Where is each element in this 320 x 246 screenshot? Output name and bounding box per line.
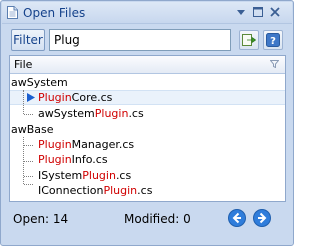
- file-name-suffix: .cs: [128, 107, 144, 120]
- goto-file-icon: [242, 34, 256, 46]
- maximize-icon[interactable]: [251, 5, 265, 19]
- help-button[interactable]: ?: [263, 30, 283, 50]
- filter-row: Filter ?: [11, 29, 283, 51]
- filter-input[interactable]: [49, 29, 231, 51]
- file-item[interactable]: ISystemPlugin.cs: [38, 169, 131, 183]
- open-files-window: Open Files Filter ? File: [0, 0, 294, 246]
- file-item[interactable]: awSystemPlugin.cs: [38, 107, 144, 121]
- file-name-prefix: IConnection: [38, 184, 104, 197]
- file-tree: awSystem PluginCore.cs awSystemPlugin.cs…: [10, 75, 285, 201]
- help-icon: ?: [266, 33, 280, 47]
- file-name-prefix: awSystem: [38, 107, 95, 120]
- file-name-match: Plugin: [94, 107, 129, 120]
- file-item[interactable]: PluginInfo.cs: [38, 153, 108, 167]
- status-bar: Open: 14 Modified: 0: [9, 206, 286, 234]
- file-name-suffix: Manager.cs: [71, 138, 135, 151]
- file-name-prefix: ISystem: [38, 169, 83, 182]
- file-name-suffix: Info.cs: [71, 153, 108, 166]
- file-name-suffix: .cs: [137, 184, 153, 197]
- column-header-file[interactable]: File: [10, 56, 285, 74]
- close-icon[interactable]: [268, 5, 282, 19]
- file-name-match: Plugin: [103, 184, 138, 197]
- file-item[interactable]: IConnectionPlugin.cs: [38, 184, 152, 198]
- tree-connector: [24, 176, 33, 177]
- group-header-awsystem[interactable]: awSystem: [11, 76, 68, 89]
- previous-arrow-icon[interactable]: [227, 208, 247, 228]
- open-count: Open: 14: [13, 212, 69, 226]
- file-name-match: Plugin: [38, 91, 72, 104]
- dropdown-arrow-icon[interactable]: [234, 5, 248, 19]
- file-name-match: Plugin: [82, 169, 116, 182]
- file-name-suffix: .cs: [115, 169, 132, 182]
- document-icon: [7, 6, 18, 19]
- svg-text:?: ?: [270, 36, 276, 47]
- tree-connector: [24, 161, 33, 162]
- tree-connector: [24, 114, 33, 115]
- file-item[interactable]: PluginManager.cs: [38, 138, 134, 152]
- file-name-suffix: Core.cs: [71, 91, 113, 104]
- file-name-match: Plugin: [38, 153, 72, 166]
- file-name-match: Plugin: [38, 138, 72, 151]
- goto-file-button[interactable]: [239, 30, 259, 50]
- window-title: Open Files: [23, 6, 86, 20]
- tree-connector: [24, 184, 33, 185]
- modified-count: Modified: 0: [124, 212, 191, 226]
- tree-connector: [23, 90, 24, 114]
- current-file-arrow-icon: [27, 93, 35, 102]
- title-bar: Open Files: [2, 2, 292, 24]
- next-arrow-icon[interactable]: [252, 208, 272, 228]
- tree-connector: [24, 145, 33, 146]
- column-header-label: File: [14, 58, 33, 71]
- group-header-awbase[interactable]: awBase: [11, 123, 54, 136]
- column-filter-icon[interactable]: [270, 60, 279, 68]
- filter-button[interactable]: Filter: [11, 29, 45, 51]
- file-item[interactable]: PluginCore.cs: [38, 91, 112, 105]
- file-tree-panel: File awSystem PluginCore.cs awSystemPlug…: [9, 55, 286, 202]
